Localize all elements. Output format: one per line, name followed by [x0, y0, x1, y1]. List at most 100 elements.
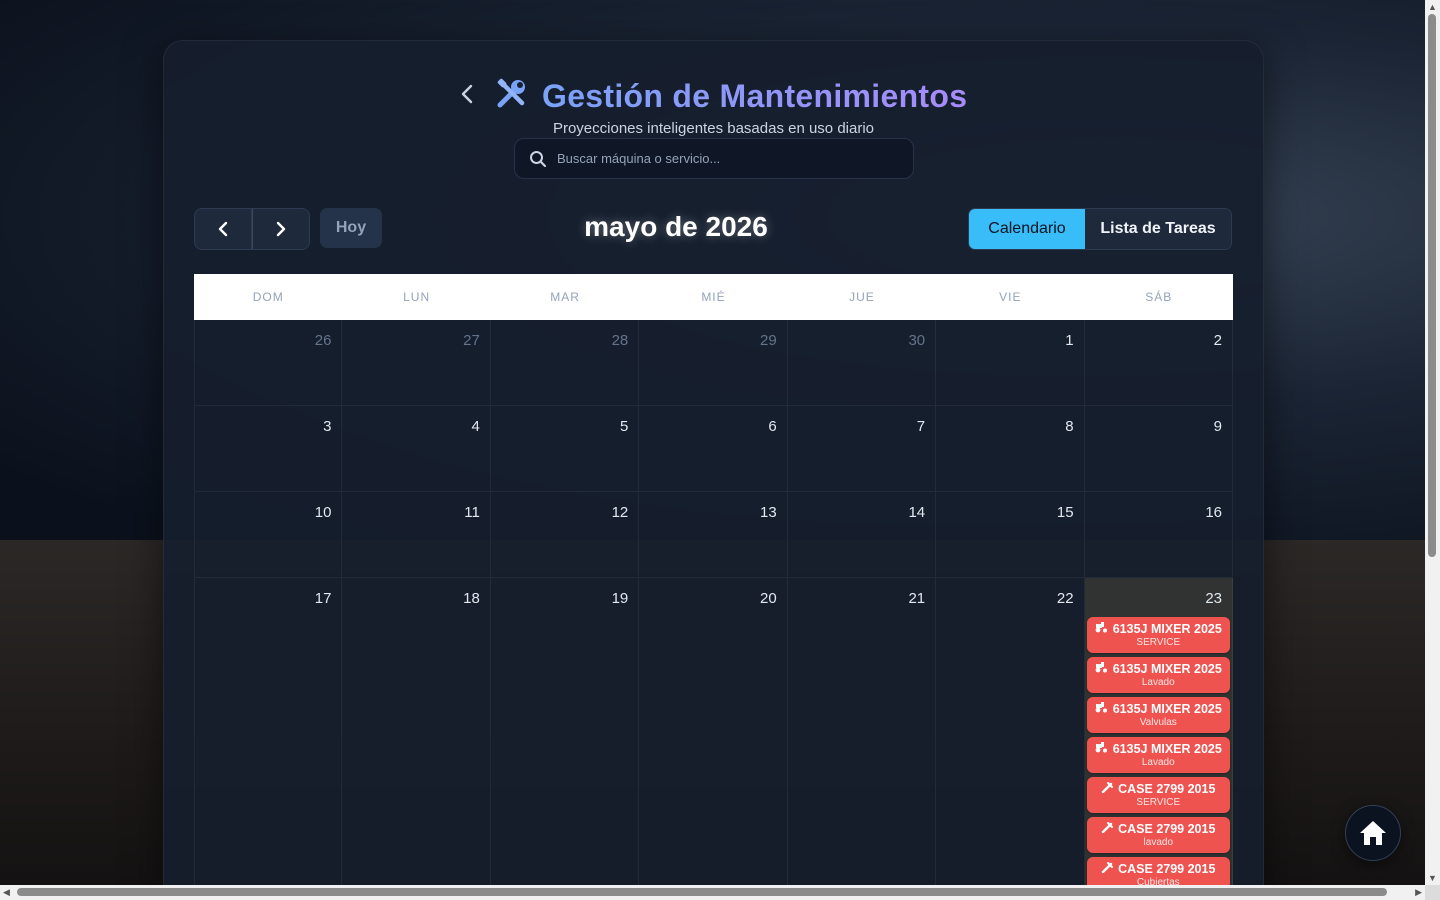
main-card: Gestión de Mantenimientos Proyecciones i… — [163, 40, 1264, 900]
day-cell[interactable]: 6 — [639, 406, 788, 492]
day-number: 18 — [463, 590, 480, 607]
event-title: 6135J MIXER 2025 — [1095, 742, 1222, 756]
day-cell[interactable]: 11 — [342, 492, 491, 578]
day-cell[interactable]: 20 — [639, 578, 788, 898]
event-subtitle: SERVICE — [1136, 637, 1181, 648]
day-cell[interactable]: 27 — [342, 320, 491, 406]
vertical-scrollbar[interactable]: ▲ ▼ — [1425, 0, 1440, 885]
day-number: 17 — [314, 590, 332, 607]
next-month-button[interactable] — [252, 208, 310, 250]
day-number: 14 — [908, 504, 926, 521]
weekday-header: DOM LUN MAR MIÉ JUE VIE SÁB — [194, 274, 1233, 320]
day-number: 19 — [611, 590, 629, 607]
day-cell[interactable]: 19 — [490, 578, 640, 898]
horizontal-scrollbar[interactable]: ◀ ▶ — [0, 885, 1425, 900]
day-cell[interactable]: 26 — [194, 320, 343, 406]
scroll-right-icon[interactable]: ▶ — [1415, 887, 1422, 898]
event-title-text: CASE 2799 2015 — [1118, 862, 1216, 876]
event-title-text: 6135J MIXER 2025 — [1112, 622, 1222, 636]
event-title: 6135J MIXER 2025 — [1095, 702, 1222, 716]
month-navigation — [194, 208, 310, 250]
back-button[interactable] — [456, 83, 478, 105]
tractor-icon — [1095, 622, 1108, 636]
search-input[interactable] — [555, 150, 889, 167]
scrollbar-corner — [1425, 885, 1440, 900]
today-button[interactable]: Hoy — [320, 208, 382, 248]
month-title: mayo de 2026 — [584, 211, 768, 242]
prev-month-button[interactable] — [194, 208, 252, 250]
weekday-label: JUE — [849, 290, 875, 304]
event-subtitle: Lavado — [1141, 757, 1175, 768]
day-cell[interactable]: 1 — [936, 320, 1085, 406]
harvester-icon — [1101, 862, 1114, 876]
day-number: 16 — [1205, 504, 1222, 521]
day-number: 8 — [1065, 418, 1074, 435]
day-cell[interactable]: 13 — [639, 492, 788, 578]
home-icon — [1360, 821, 1386, 845]
calendar-view-button[interactable]: Calendario — [969, 209, 1085, 249]
task-list-view-button[interactable]: Lista de Tareas — [1085, 209, 1231, 249]
day-cell[interactable]: 2 — [1084, 320, 1233, 406]
day-cell-today[interactable]: 23 6135J MIXER 2025 SERVICE 6135J MIXER 20… — [1084, 578, 1233, 898]
event-item[interactable]: CASE 2799 2015 lavado — [1086, 817, 1230, 853]
day-number: 4 — [471, 418, 480, 435]
day-number: 13 — [760, 504, 777, 521]
day-number: 21 — [908, 590, 926, 607]
home-button[interactable] — [1345, 805, 1401, 861]
page-title: Gestión de Mantenimientos — [542, 78, 968, 114]
day-cell[interactable]: 21 — [787, 578, 937, 898]
day-number: 15 — [1056, 504, 1074, 521]
day-number: 11 — [464, 504, 480, 521]
event-title-text: 6135J MIXER 2025 — [1112, 662, 1222, 676]
search-icon — [530, 150, 547, 167]
event-item[interactable]: 6135J MIXER 2025 Valvulas — [1086, 697, 1230, 733]
tractor-icon — [1095, 742, 1108, 756]
view-toggle: Calendario Lista de Tareas — [968, 208, 1232, 250]
event-title: CASE 2799 2015 — [1101, 862, 1215, 876]
day-cell[interactable]: 15 — [936, 492, 1085, 578]
day-number: 7 — [916, 418, 926, 435]
event-item[interactable]: 6135J MIXER 2025 Lavado — [1086, 657, 1230, 693]
day-cell[interactable]: 4 — [342, 406, 491, 492]
day-number: 23 — [1205, 590, 1222, 607]
day-cell[interactable]: 7 — [787, 406, 937, 492]
day-cell[interactable]: 9 — [1084, 406, 1233, 492]
event-item[interactable]: 6135J MIXER 2025 SERVICE — [1086, 617, 1230, 653]
event-list: 6135J MIXER 2025 SERVICE 6135J MIXER 2025 L… — [1086, 617, 1230, 893]
day-cell[interactable]: 16 — [1084, 492, 1233, 578]
event-title-text: 6135J MIXER 2025 — [1112, 742, 1222, 756]
vertical-scroll-thumb[interactable] — [1428, 14, 1436, 557]
weekday-label: LUN — [403, 290, 431, 304]
day-cell[interactable]: 14 — [787, 492, 937, 578]
day-cell[interactable]: 29 — [639, 320, 788, 406]
weekday-label: VIE — [999, 290, 1022, 304]
event-subtitle: SERVICE — [1136, 797, 1181, 808]
day-number: 26 — [314, 332, 332, 349]
event-item[interactable]: CASE 2799 2015 SERVICE — [1086, 777, 1230, 813]
weekday-label: MAR — [550, 290, 580, 304]
day-number: 9 — [1213, 418, 1222, 435]
horizontal-scroll-thumb[interactable] — [17, 888, 1387, 896]
day-cell[interactable]: 8 — [936, 406, 1085, 492]
chevron-left-icon — [461, 84, 473, 104]
scroll-left-icon[interactable]: ◀ — [3, 887, 10, 898]
tractor-icon — [1095, 662, 1108, 676]
page-subtitle: Proyecciones inteligentes basadas en uso… — [552, 120, 875, 137]
scroll-up-icon[interactable]: ▲ — [1428, 2, 1437, 12]
search-box — [514, 138, 914, 179]
day-cell[interactable]: 22 — [936, 578, 1085, 898]
day-number: 6 — [768, 418, 777, 435]
event-subtitle: Valvulas — [1139, 717, 1177, 728]
day-cell[interactable]: 3 — [194, 406, 343, 492]
day-number: 1 — [1065, 332, 1074, 349]
day-cell[interactable]: 18 — [342, 578, 491, 898]
event-subtitle: Lavado — [1141, 677, 1175, 688]
scroll-down-icon[interactable]: ▼ — [1428, 873, 1437, 883]
day-cell[interactable]: 5 — [490, 406, 640, 492]
day-cell[interactable]: 17 — [194, 578, 343, 898]
day-cell[interactable]: 10 — [194, 492, 343, 578]
day-cell[interactable]: 30 — [787, 320, 937, 406]
event-item[interactable]: 6135J MIXER 2025 Lavado — [1086, 737, 1230, 773]
day-cell[interactable]: 28 — [490, 320, 640, 406]
day-cell[interactable]: 12 — [490, 492, 640, 578]
